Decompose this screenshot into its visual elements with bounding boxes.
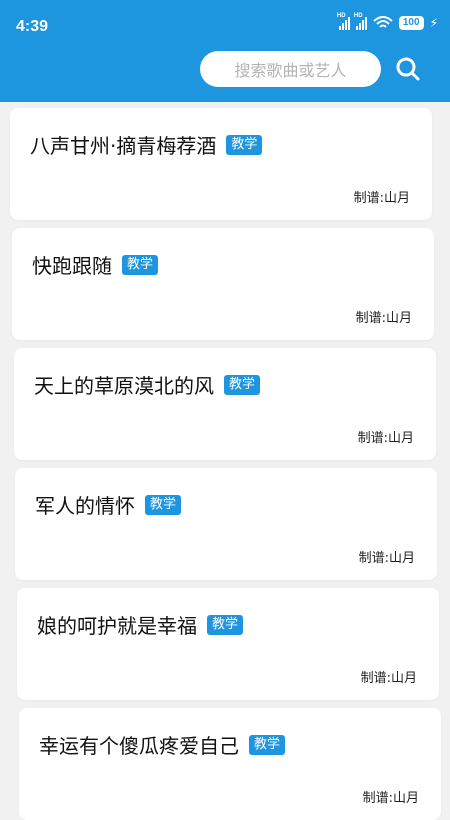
song-title: 娘的呵护就是幸福 [37,614,197,638]
wifi-icon [373,16,393,28]
song-author: 制谱:山月 [355,311,412,326]
search-icon[interactable] [395,56,421,82]
song-author: 制谱:山月 [358,551,415,566]
song-title-row: 军人的情怀 教学 [35,490,182,519]
song-card[interactable]: 天上的草原漠北的风 教学 制谱:山月 [14,348,436,460]
song-title: 八声甘州·摘青梅荐酒 [30,134,217,158]
song-author: 制谱:山月 [353,191,410,206]
song-title-row: 天上的草原漠北的风 教学 [34,370,261,399]
battery-icon: 100 [398,16,424,30]
status-time: 4:39 [16,18,49,35]
song-card[interactable]: 军人的情怀 教学 制谱:山月 [15,468,437,580]
song-card[interactable]: 八声甘州·摘青梅荐酒 教学 制谱:山月 [10,108,432,220]
song-title-row: 八声甘州·摘青梅荐酒 教学 [30,130,263,159]
song-card[interactable]: 幸运有个傻瓜疼爱自己 教学 制谱:山月 [19,708,441,820]
song-author: 制谱:山月 [360,671,417,686]
song-title-row: 幸运有个傻瓜疼爱自己 教学 [39,730,286,759]
teaching-badge: 教学 [207,614,244,635]
song-card[interactable]: 快跑跟随 教学 制谱:山月 [12,228,434,340]
song-title: 快跑跟随 [32,254,112,278]
teaching-badge: 教学 [249,734,286,755]
song-list: 八声甘州·摘青梅荐酒 教学 制谱:山月 快跑跟随 教学 制谱:山月 天上的草原漠… [0,0,450,820]
teaching-badge: 教学 [122,254,159,275]
status-icons: HD HD 100 ⚡ [337,13,438,32]
song-title-row: 快跑跟随 教学 [32,250,159,279]
teaching-badge: 教学 [224,374,261,395]
song-author: 制谱:山月 [357,431,414,446]
song-card[interactable]: 娘的呵护就是幸福 教学 制谱:山月 [17,588,439,700]
song-title: 军人的情怀 [35,494,135,518]
charging-icon: ⚡ [429,16,438,30]
song-title: 幸运有个傻瓜疼爱自己 [39,734,239,758]
signal-icon: HD [354,13,367,30]
teaching-badge: 教学 [226,134,263,155]
signal-icon: HD [337,13,350,30]
app-header: 4:39 HD HD 100 ⚡ 搜索歌曲或艺人 [0,0,450,102]
search-input[interactable]: 搜索歌曲或艺人 [200,51,381,87]
song-author: 制谱:山月 [362,791,419,806]
song-title: 天上的草原漠北的风 [34,374,214,398]
song-title-row: 娘的呵护就是幸福 教学 [37,610,244,639]
teaching-badge: 教学 [145,494,182,515]
